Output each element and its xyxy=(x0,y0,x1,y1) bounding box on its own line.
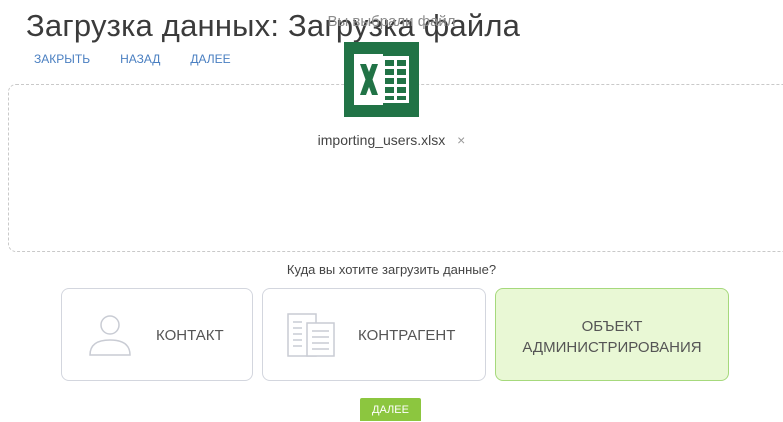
option-admin-object[interactable]: ОБЪЕКТ АДМИНИСТРИРОВАНИЯ xyxy=(495,288,729,381)
document-icon xyxy=(287,313,335,357)
close-icon[interactable]: × xyxy=(457,132,465,148)
file-name: importing_users.xlsx xyxy=(317,132,446,148)
excel-file-icon xyxy=(344,42,419,117)
destination-question: Куда вы хотите загрузить данные? xyxy=(286,262,497,277)
back-button[interactable]: НАЗАД xyxy=(120,52,160,66)
option-label: КОНТАКТ xyxy=(156,327,224,344)
option-contact[interactable]: КОНТАКТ xyxy=(61,288,253,381)
selected-file-row: importing_users.xlsx × xyxy=(0,132,783,148)
option-label: КОНТРАГЕНТ xyxy=(358,327,456,344)
next-link-button[interactable]: ДАЛЕЕ xyxy=(190,52,230,66)
option-label: ОБЪЕКТ АДМИНИСТРИРОВАНИЯ xyxy=(522,318,702,356)
drop-zone-heading: Вы выбрали файл xyxy=(327,13,456,30)
next-button[interactable]: ДАЛЕЕ xyxy=(360,398,421,421)
toolbar: ЗАКРЫТЬ НАЗАД ДАЛЕЕ xyxy=(34,52,261,66)
close-button[interactable]: ЗАКРЫТЬ xyxy=(34,52,90,66)
option-account[interactable]: КОНТРАГЕНТ xyxy=(262,288,486,381)
person-icon xyxy=(89,315,131,356)
